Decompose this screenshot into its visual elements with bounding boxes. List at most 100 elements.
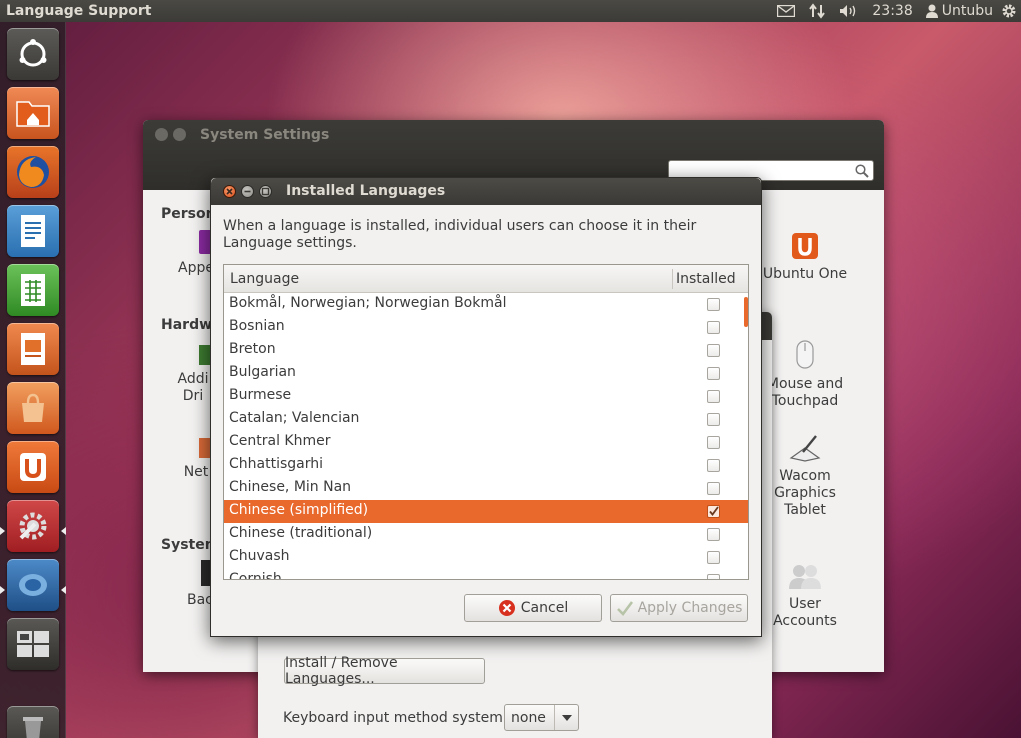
column-language-header[interactable]: Language: [230, 271, 299, 287]
column-installed-header[interactable]: Installed: [676, 271, 736, 287]
language-row[interactable]: Bokmål, Norwegian; Norwegian Bokmål: [224, 293, 748, 316]
cancel-label: Cancel: [520, 600, 569, 616]
language-row[interactable]: Bulgarian: [224, 362, 748, 385]
session-gear-icon[interactable]: [1001, 0, 1021, 22]
active-app-title: Language Support: [6, 3, 152, 19]
indicator-area: 23:38 Untubu: [770, 0, 1021, 22]
language-label: Breton: [229, 341, 276, 357]
user-accounts-label-line2: Accounts: [773, 613, 837, 629]
scrollbar-thumb[interactable]: [744, 297, 748, 327]
user-icon[interactable]: [919, 0, 938, 22]
mouse-touchpad-item[interactable]: Mouse and Touchpad: [762, 340, 848, 410]
language-row[interactable]: Burmese: [224, 385, 748, 408]
language-row-selected[interactable]: Chinese (simplified): [224, 500, 748, 523]
install-remove-languages-button[interactable]: Install / Remove Languages...: [284, 655, 485, 687]
wacom-label-line3: Tablet: [784, 502, 826, 518]
installed-checkbox[interactable]: [707, 482, 720, 495]
system-settings-icon[interactable]: [7, 500, 59, 552]
drivers-label-line1: Addi: [177, 371, 209, 387]
messaging-indicator-icon[interactable]: [770, 0, 802, 22]
language-label: Chinese, Min Nan: [229, 479, 352, 495]
language-label: Bosnian: [229, 318, 285, 334]
running-indicator: [0, 586, 5, 594]
minimize-icon[interactable]: [241, 185, 254, 198]
list-header: Language Installed: [224, 265, 748, 293]
dialog-titlebar: Installed Languages: [211, 178, 761, 205]
language-row[interactable]: Central Khmer: [224, 431, 748, 454]
user-name[interactable]: Untubu: [938, 3, 1001, 19]
backups-label: Bac: [187, 592, 213, 608]
wacom-label-line1: Wacom: [779, 468, 831, 484]
installed-checkbox[interactable]: [707, 436, 720, 449]
installed-checkbox[interactable]: [707, 321, 720, 334]
ubuntu-one-item[interactable]: Ubuntu One: [762, 232, 848, 283]
language-label: Chinese (simplified): [229, 502, 369, 518]
search-icon: [855, 164, 869, 182]
cancel-button[interactable]: Cancel: [464, 594, 602, 622]
workspace-blue-icon[interactable]: [7, 559, 59, 611]
home-folder-icon[interactable]: [7, 87, 59, 139]
keyboard-input-value: none: [511, 709, 546, 726]
installed-checkbox[interactable]: [707, 298, 720, 311]
network-indicator-icon[interactable]: [802, 0, 832, 22]
language-row[interactable]: Chinese, Min Nan: [224, 477, 748, 500]
ubuntu-one-icon[interactable]: [7, 441, 59, 493]
mouse-label-line1: Mouse and: [766, 376, 844, 392]
minimize-icon[interactable]: [173, 128, 186, 141]
window-title: System Settings: [200, 127, 330, 143]
calc-icon[interactable]: [7, 264, 59, 316]
user-accounts-label-line1: User: [789, 596, 821, 612]
workspace-switcher-icon[interactable]: [7, 618, 59, 670]
volume-indicator-icon[interactable]: [832, 0, 866, 22]
maximize-icon[interactable]: [259, 185, 272, 198]
network-item[interactable]: Net: [181, 438, 211, 481]
users-icon: [788, 562, 822, 590]
software-center-icon[interactable]: [7, 382, 59, 434]
installed-checkbox[interactable]: [707, 413, 720, 426]
drivers-label-line2: Dri: [182, 388, 204, 404]
impress-icon[interactable]: [7, 323, 59, 375]
trash-icon[interactable]: [7, 706, 59, 738]
language-row[interactable]: Catalan; Valencian: [224, 408, 748, 431]
installed-checkbox-checked[interactable]: [707, 505, 720, 518]
installed-checkbox[interactable]: [707, 390, 720, 403]
language-row[interactable]: Breton: [224, 339, 748, 362]
language-label: Bulgarian: [229, 364, 296, 380]
wacom-tablet-icon: [789, 434, 821, 462]
apply-check-icon: [616, 599, 634, 617]
dash-home-icon[interactable]: [7, 28, 59, 80]
clock[interactable]: 23:38: [866, 0, 918, 22]
installed-checkbox[interactable]: [707, 528, 720, 541]
language-label: Cornish: [229, 571, 282, 580]
keyboard-input-select[interactable]: none: [504, 704, 579, 731]
installed-checkbox[interactable]: [707, 344, 720, 357]
wacom-tablet-item[interactable]: Wacom Graphics Tablet: [762, 434, 848, 519]
additional-drivers-item[interactable]: Addi Dri: [173, 345, 215, 405]
focused-indicator: [61, 527, 66, 535]
installed-checkbox[interactable]: [707, 574, 720, 579]
language-label: Burmese: [229, 387, 292, 403]
language-row[interactable]: Chhattisgarhi: [224, 454, 748, 477]
language-row[interactable]: Bosnian: [224, 316, 748, 339]
firefox-icon[interactable]: [7, 146, 59, 198]
language-row[interactable]: Chuvash: [224, 546, 748, 569]
apply-changes-button[interactable]: Apply Changes: [610, 594, 748, 622]
user-accounts-item[interactable]: User Accounts: [762, 562, 848, 630]
close-icon[interactable]: [223, 185, 236, 198]
languages-list[interactable]: Language Installed Bokmål, Norwegian; No…: [223, 264, 749, 580]
language-row[interactable]: Cornish: [224, 569, 748, 580]
installed-checkbox[interactable]: [707, 459, 720, 472]
close-icon[interactable]: [155, 128, 168, 141]
section-personal: Person: [161, 206, 216, 222]
language-label: Bokmål, Norwegian; Norwegian Bokmål: [229, 295, 507, 311]
writer-icon[interactable]: [7, 205, 59, 257]
ubuntu-one-label: Ubuntu One: [762, 266, 848, 282]
language-row[interactable]: Chinese (traditional): [224, 523, 748, 546]
mouse-icon: [795, 340, 815, 370]
installed-checkbox[interactable]: [707, 367, 720, 380]
backups-item[interactable]: Bac: [187, 560, 213, 609]
installed-checkbox[interactable]: [707, 551, 720, 564]
cancel-icon: [498, 599, 516, 617]
focused-indicator: [61, 586, 66, 594]
language-label: Catalan; Valencian: [229, 410, 360, 426]
